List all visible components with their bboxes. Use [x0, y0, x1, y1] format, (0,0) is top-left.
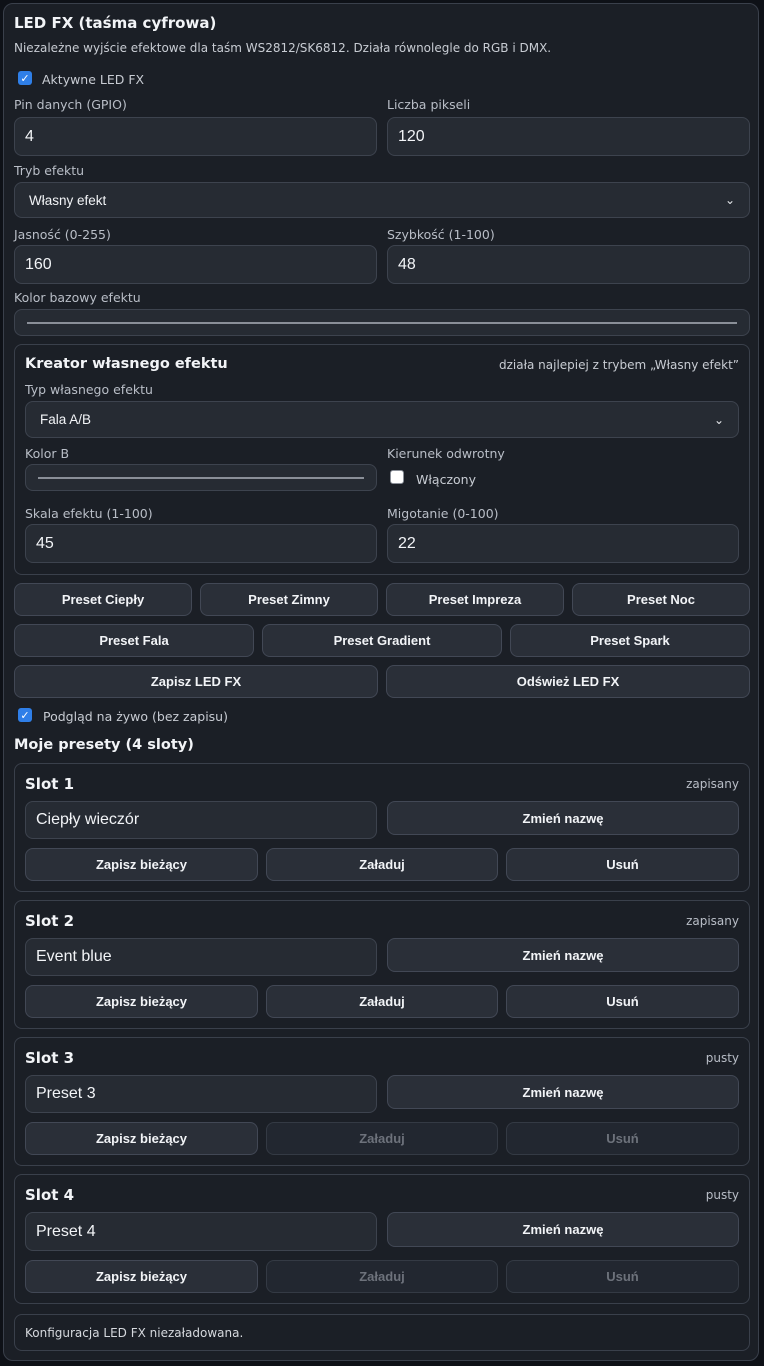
preset-party-button[interactable]: Preset Impreza: [386, 583, 564, 616]
mode-select[interactable]: Własny efekt ⌄: [14, 182, 750, 218]
color-b-label: Kolor B: [25, 446, 70, 461]
refresh-led-fx-button[interactable]: Odśwież LED FX: [386, 665, 750, 698]
pin-input[interactable]: 4: [14, 117, 377, 156]
slot-save-current-button[interactable]: Zapisz bieżący: [25, 848, 258, 881]
slot-load-button[interactable]: Załaduj: [266, 848, 498, 881]
chevron-down-icon: ⌄: [724, 193, 735, 207]
live-preview-checkbox[interactable]: ✓: [18, 708, 32, 722]
base-color-label: Kolor bazowy efektu: [14, 290, 141, 305]
slot-rename-button[interactable]: Zmień nazwę: [387, 1075, 739, 1109]
scale-input[interactable]: 45: [25, 524, 377, 563]
mode-select-value: Własny efekt: [29, 192, 107, 208]
slot-name-input[interactable]: Preset 4: [25, 1212, 377, 1251]
slot-save-current-button[interactable]: Zapisz bieżący: [25, 1122, 258, 1155]
panel-description: Niezależne wyjście efektowe dla taśm WS2…: [14, 41, 552, 55]
slot-load-button[interactable]: Załaduj: [266, 985, 498, 1018]
custom-type-select[interactable]: Fala A/B ⌄: [25, 401, 739, 438]
slot-delete-button[interactable]: Usuń: [506, 848, 739, 881]
preset-night-button[interactable]: Preset Noc: [572, 583, 750, 616]
brightness-input[interactable]: 160: [14, 245, 377, 284]
slot-delete-button: Usuń: [506, 1260, 739, 1293]
custom-type-value: Fala A/B: [40, 412, 92, 427]
flicker-label: Migotanie (0-100): [387, 506, 499, 521]
creator-title: Kreator własnego efektu: [25, 356, 228, 372]
slot-delete-button: Usuń: [506, 1122, 739, 1155]
preset-gradient-button[interactable]: Preset Gradient: [262, 624, 502, 657]
pixels-input[interactable]: 120: [387, 117, 750, 156]
slot-title: Slot 2: [25, 912, 75, 930]
enabled-checkbox[interactable]: ✓: [18, 71, 32, 85]
pin-label: Pin danych (GPIO): [14, 97, 127, 112]
mode-label: Tryb efektu: [14, 163, 85, 178]
slot-save-current-button[interactable]: Zapisz bieżący: [25, 985, 258, 1018]
slot-status: zapisany: [686, 777, 739, 791]
slot-title: Slot 4: [25, 1186, 75, 1204]
slot-status: pusty: [705, 1051, 739, 1065]
pixels-label: Liczba pikseli: [387, 97, 471, 112]
chevron-down-icon: ⌄: [713, 412, 724, 427]
speed-label: Szybkość (1-100): [387, 227, 495, 242]
custom-type-label: Typ własnego efektu: [25, 382, 153, 397]
flicker-input[interactable]: 22: [387, 524, 739, 563]
preset-wave-button[interactable]: Preset Fala: [14, 624, 254, 657]
preset-cold-button[interactable]: Preset Zimny: [200, 583, 378, 616]
live-preview-label: Podgląd na żywo (bez zapisu): [43, 709, 228, 724]
preset-spark-button[interactable]: Preset Spark: [510, 624, 750, 657]
slot-status: zapisany: [686, 914, 739, 928]
slot-rename-button[interactable]: Zmień nazwę: [387, 938, 739, 972]
brightness-label: Jasność (0-255): [14, 227, 111, 242]
base-color-picker[interactable]: [14, 309, 750, 336]
status-text: Konfiguracja LED FX niezaładowana.: [25, 1326, 244, 1340]
panel-title: LED FX (taśma cyfrowa): [14, 14, 217, 32]
slot-delete-button[interactable]: Usuń: [506, 985, 739, 1018]
slot-name-input[interactable]: Event blue: [25, 938, 377, 976]
slot-load-button: Załaduj: [266, 1260, 498, 1293]
slot-rename-button[interactable]: Zmień nazwę: [387, 801, 739, 835]
reverse-checkbox[interactable]: [390, 470, 404, 484]
slot-title: Slot 1: [25, 775, 75, 793]
scale-label: Skala efektu (1-100): [25, 506, 153, 521]
slot-name-input[interactable]: Ciepły wieczór: [25, 801, 377, 839]
slot-save-current-button[interactable]: Zapisz bieżący: [25, 1260, 258, 1293]
save-led-fx-button[interactable]: Zapisz LED FX: [14, 665, 378, 698]
reverse-label: Kierunek odwrotny: [387, 446, 505, 461]
enabled-label: Aktywne LED FX: [42, 72, 145, 87]
reverse-check-label: Włączony: [416, 472, 476, 487]
slot-title: Slot 3: [25, 1049, 75, 1067]
my-presets-title: Moje presety (4 sloty): [14, 737, 194, 753]
slot-load-button: Załaduj: [266, 1122, 498, 1155]
color-b-picker[interactable]: [25, 464, 377, 491]
creator-hint: działa najlepiej z trybem „Własny efekt”: [498, 358, 739, 372]
slot-rename-button[interactable]: Zmień nazwę: [387, 1212, 739, 1247]
speed-input[interactable]: 48: [387, 245, 750, 284]
slot-status: pusty: [705, 1188, 739, 1202]
slot-name-input[interactable]: Preset 3: [25, 1075, 377, 1113]
preset-warm-button[interactable]: Preset Ciepły: [14, 583, 192, 616]
